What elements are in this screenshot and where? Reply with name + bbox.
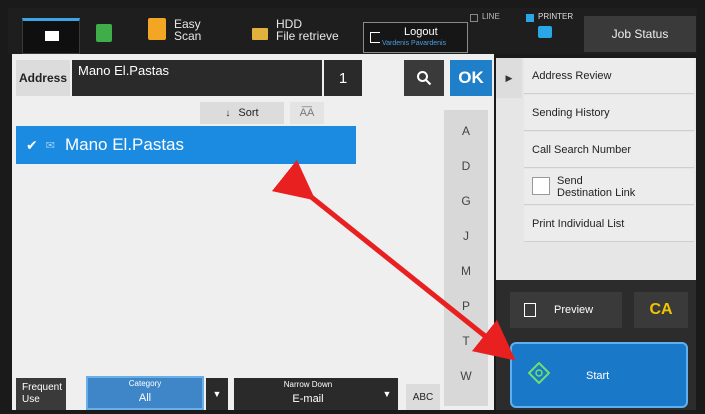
logout-icon [370, 32, 380, 43]
index-letter[interactable]: J [444, 229, 488, 243]
sending-history-button[interactable]: Sending History [524, 95, 694, 131]
email-mode-button[interactable] [22, 18, 80, 54]
narrow-down-value: E-mail [292, 393, 324, 405]
index-letter[interactable]: A [444, 124, 488, 138]
user-name: Vardenis Pavardenis [382, 40, 447, 47]
category-value: All [138, 392, 152, 404]
action-panel: ▶ Address Review Sending History Call Se… [496, 58, 696, 280]
email-type-icon: ✉ [45, 139, 55, 152]
frequent-use-button[interactable]: Frequent Use [16, 378, 66, 410]
font-size-toggle-button[interactable]: A͞A [290, 102, 324, 124]
line-label: LINE [482, 12, 500, 21]
top-bar: Easy Scan HDD File retrieve Logout Varde… [8, 8, 697, 54]
sort-button[interactable]: ↓ Sort [200, 102, 284, 124]
category-label: Category [128, 379, 162, 388]
hdd-file-retrieve-button[interactable]: HDD File retrieve [246, 16, 356, 52]
alphabet-index: A D G J M P T W [444, 110, 488, 406]
printer-label: PRINTER [538, 12, 574, 21]
printer-icon [538, 26, 552, 38]
category-dropdown-button[interactable]: ▼ [206, 378, 228, 410]
preview-button[interactable]: Preview [510, 292, 622, 328]
search-button[interactable] [404, 60, 444, 96]
envelope-icon [45, 31, 59, 41]
hdd-label-2: File retrieve [276, 29, 339, 43]
index-letter[interactable]: T [444, 334, 488, 348]
call-search-number-button[interactable]: Call Search Number [524, 132, 694, 168]
dropdown-arrow-icon: ▼ [382, 389, 392, 399]
ok-button[interactable]: OK [450, 60, 492, 96]
category-select[interactable]: Category All [86, 376, 204, 410]
send-destination-link-toggle[interactable]: Send Destination Link [524, 169, 694, 205]
narrow-down-label: Narrow Down [283, 380, 333, 389]
index-letter[interactable]: W [444, 369, 488, 383]
send-destination-label-2: Destination Link [557, 187, 636, 199]
narrow-down-select[interactable]: Narrow Down E-mail [234, 378, 382, 410]
address-label: Address [16, 60, 70, 96]
job-status-button[interactable]: Job Status [584, 16, 696, 52]
easy-scan-label-2: Scan [174, 29, 202, 43]
send-destination-checkbox[interactable] [532, 177, 550, 195]
copy-icon [96, 24, 112, 42]
search-icon [417, 71, 432, 86]
address-review-button[interactable]: Address Review [524, 58, 694, 94]
abc-button[interactable]: ABC [406, 384, 440, 410]
index-letter[interactable]: M [444, 264, 488, 278]
line-indicator-icon [470, 14, 478, 22]
index-letter[interactable]: D [444, 159, 488, 173]
collapse-arrow-icon: ▶ [505, 72, 513, 83]
logout-label: Logout [404, 26, 438, 38]
easy-scan-icon [148, 18, 166, 40]
copy-mode-button[interactable] [86, 18, 144, 54]
check-icon: ✔ [26, 136, 38, 153]
dropdown-arrow-icon: ▼ [212, 389, 222, 399]
preview-label: Preview [554, 304, 594, 316]
logout-button[interactable]: Logout Vardenis Pavardenis [363, 22, 468, 53]
line-status: LINE [470, 12, 520, 26]
start-label: Start [586, 370, 610, 382]
font-size-icon: A͞A [299, 107, 315, 119]
index-letter[interactable]: G [444, 194, 488, 208]
start-diamond-icon [528, 362, 550, 384]
address-field[interactable]: Mano El.Pastas [72, 60, 322, 96]
filter-bar: Frequent Use Category All ▼ Narrow Down … [12, 374, 442, 410]
clear-all-button[interactable]: CA [634, 292, 688, 328]
send-destination-label-1: Send [557, 175, 583, 187]
address-bar: Address Mano El.Pastas 1 OK [12, 58, 494, 98]
print-individual-list-button[interactable]: Print Individual List [524, 206, 694, 242]
folder-icon [252, 28, 268, 40]
printer-indicator-icon [526, 14, 534, 22]
start-button[interactable]: Start [510, 342, 688, 408]
address-book-panel: Address Mano El.Pastas 1 OK ↓ Sort A͞A ✔… [12, 54, 494, 410]
address-list-item-selected[interactable]: ✔ ✉ Mano El.Pastas [16, 126, 356, 164]
send-destination-label: Send Destination Link [557, 175, 635, 199]
narrow-down-dropdown-button[interactable]: ▼ [376, 378, 398, 410]
action-buttons-area: Preview CA Start [496, 280, 696, 410]
frequent-label-1: Frequent [22, 382, 63, 393]
address-entry-name: Mano El.Pastas [64, 135, 185, 154]
address-count: 1 [324, 60, 362, 96]
sort-label: Sort [238, 107, 259, 119]
easy-scan-button[interactable]: Easy Scan [148, 16, 224, 52]
sort-icon: ↓ [225, 107, 231, 119]
preview-icon [524, 303, 536, 317]
panel-collapse-button[interactable]: ▶ [496, 58, 522, 98]
printer-status: PRINTER [526, 12, 590, 52]
index-letter[interactable]: P [444, 299, 488, 313]
frequent-label-2: Use [22, 394, 40, 405]
